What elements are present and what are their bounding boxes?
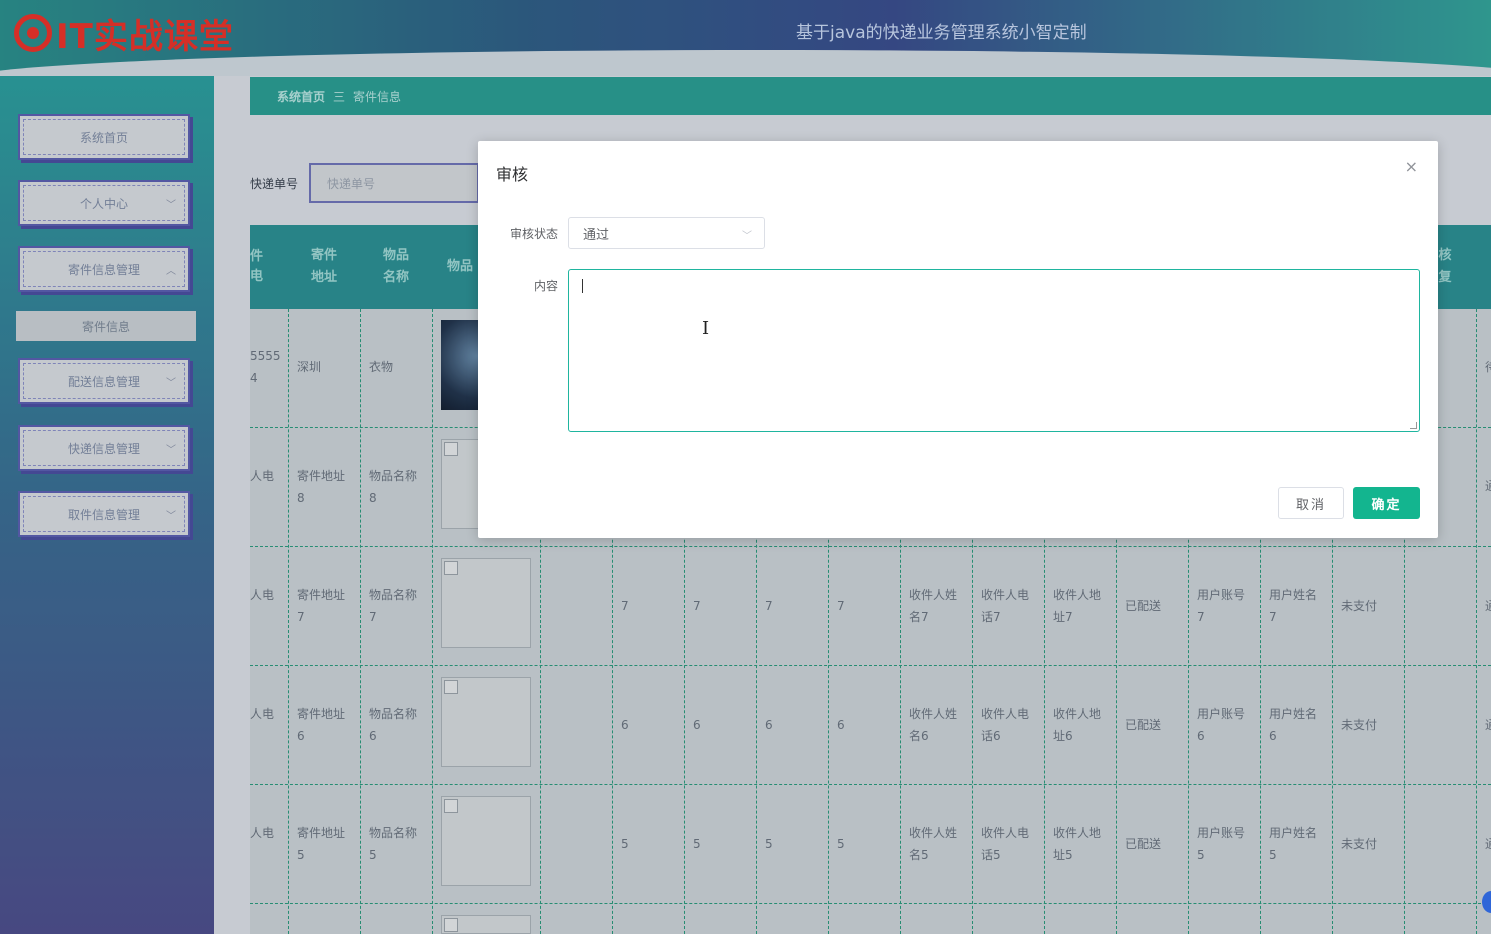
broken-image-icon xyxy=(441,558,531,648)
sidebar-item-personal-center[interactable]: 个人中心 ﹀ xyxy=(18,180,190,226)
column-header-sender-address: 寄件 地址 xyxy=(310,248,337,285)
logo-icon xyxy=(14,14,52,52)
column-header-item-image: 物品 xyxy=(446,259,473,274)
broken-image-icon xyxy=(441,796,531,886)
submenu-item-send-info[interactable]: 寄件信息 xyxy=(16,311,196,341)
sidebar-item-delivery-info-management[interactable]: 配送信息管理 ﹀ xyxy=(18,358,190,404)
sidebar: 系统首页 个人中心 ﹀ 寄件信息管理 ︿ 寄件信息 配送信息管理 ﹀ 快递信息管… xyxy=(0,76,214,934)
close-icon[interactable]: × xyxy=(1405,157,1418,176)
column-header-item-name: 物品 名称 xyxy=(382,248,409,285)
review-status-select[interactable]: 通过 ﹀ xyxy=(568,217,765,249)
sidebar-item-express-info-management[interactable]: 快递信息管理 ﹀ xyxy=(18,425,190,471)
sidebar-item-pickup-info-management[interactable]: 取件信息管理 ﹀ xyxy=(18,491,190,537)
sidebar-item-home[interactable]: 系统首页 xyxy=(18,114,190,160)
dialog-title: 审核 xyxy=(496,165,529,184)
sidebar-item-send-info-management[interactable]: 寄件信息管理 ︿ xyxy=(18,246,190,292)
table-row: 人电 寄件地址 6 物品名称 6 6 6 6 6 收件人姓 名6 收件人电 话6… xyxy=(250,666,1491,785)
broken-image-icon xyxy=(441,915,531,934)
breadcrumb-current: 寄件信息 xyxy=(353,89,402,104)
column-header: 件 电 xyxy=(250,249,264,284)
chevron-down-icon: ﹀ xyxy=(166,511,176,522)
chevron-down-icon: ﹀ xyxy=(166,378,176,389)
chevron-down-icon: ﹀ xyxy=(166,200,176,211)
logo-text: IT实战课堂 xyxy=(56,16,234,57)
review-dialog: 审核 × 审核状态 通过 ﹀ 内容 I 取消 确定 xyxy=(478,141,1438,538)
breadcrumb-separator-icon: 三 xyxy=(333,89,346,104)
content-label: 内容 xyxy=(533,279,558,293)
cancel-button[interactable]: 取消 xyxy=(1278,487,1344,519)
content-textarea[interactable] xyxy=(568,269,1420,432)
confirm-button[interactable]: 确定 xyxy=(1353,487,1420,519)
tracking-number-input[interactable]: 快递单号 xyxy=(309,163,479,203)
chevron-down-icon: ﹀ xyxy=(742,231,752,242)
broken-image-icon xyxy=(441,677,531,767)
search-label: 快递单号 xyxy=(250,177,299,191)
breadcrumb-home[interactable]: 系统首页 xyxy=(277,88,325,105)
text-caret xyxy=(582,279,583,293)
chevron-down-icon: ﹀ xyxy=(166,445,176,456)
chevron-up-icon: ︿ xyxy=(166,266,176,277)
text-cursor-icon: I xyxy=(702,318,710,339)
logo: IT实战课堂 xyxy=(14,12,234,57)
review-status-value: 通过 xyxy=(583,227,610,243)
review-status-label: 审核状态 xyxy=(509,227,558,241)
top-header: IT实战课堂 基于java的快递业务管理系统小智定制 xyxy=(0,0,1491,76)
breadcrumb: 系统首页 三 寄件信息 xyxy=(250,77,1491,115)
table-row: 人电 寄件地址 7 物品名称 7 7 7 7 7 收件人姓 名7 收件人电 话7… xyxy=(250,547,1491,666)
system-title: 基于java的快递业务管理系统小智定制 xyxy=(796,23,1087,43)
table-row: 人电 寄件地址 5 物品名称 5 5 5 5 5 收件人姓 名5 收件人电 话5… xyxy=(250,785,1491,904)
resize-handle-icon[interactable] xyxy=(1410,422,1417,429)
